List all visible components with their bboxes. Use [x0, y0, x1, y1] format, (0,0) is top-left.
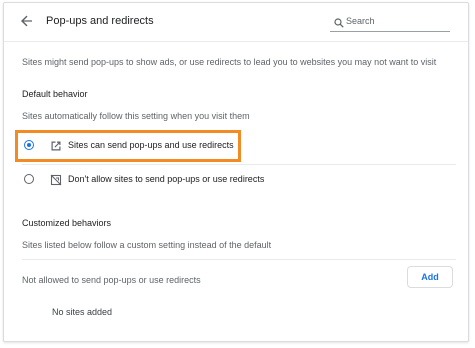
add-button[interactable]: Add: [407, 266, 453, 288]
option-allow-popups[interactable]: Sites can send pop-ups and use redirects: [16, 131, 456, 161]
option-allow-label: Sites can send pop-ups and use redirects: [68, 140, 234, 150]
search-input[interactable]: [346, 13, 446, 29]
customized-subheading: Sites listed below follow a custom setti…: [22, 240, 272, 250]
page-description: Sites might send pop-ups to show ads, or…: [22, 57, 437, 67]
not-allowed-label: Not allowed to send pop-ups or use redir…: [22, 275, 201, 285]
open-in-new-icon: [50, 139, 62, 151]
page-title: Pop-ups and redirects: [46, 15, 154, 27]
divider: [22, 259, 456, 260]
popup-blocked-icon: [50, 173, 62, 186]
radio-allow-popups[interactable]: [24, 140, 34, 150]
search-field[interactable]: [330, 13, 450, 32]
empty-list-text: No sites added: [52, 307, 113, 317]
settings-card: Pop-ups and redirects Sites might send p…: [3, 2, 469, 342]
option-block-popups[interactable]: Don't allow sites to send pop-ups or use…: [16, 165, 456, 195]
arrow-back-icon[interactable]: [19, 13, 35, 29]
default-behavior-subheading: Sites automatically follow this setting …: [22, 111, 250, 121]
option-block-label: Don't allow sites to send pop-ups or use…: [68, 174, 265, 184]
search-icon: [334, 15, 344, 28]
customized-heading: Customized behaviors: [22, 218, 112, 228]
default-behavior-heading: Default behavior: [22, 89, 88, 99]
page-header: Pop-ups and redirects: [4, 3, 468, 42]
radio-block-popups[interactable]: [24, 174, 34, 184]
